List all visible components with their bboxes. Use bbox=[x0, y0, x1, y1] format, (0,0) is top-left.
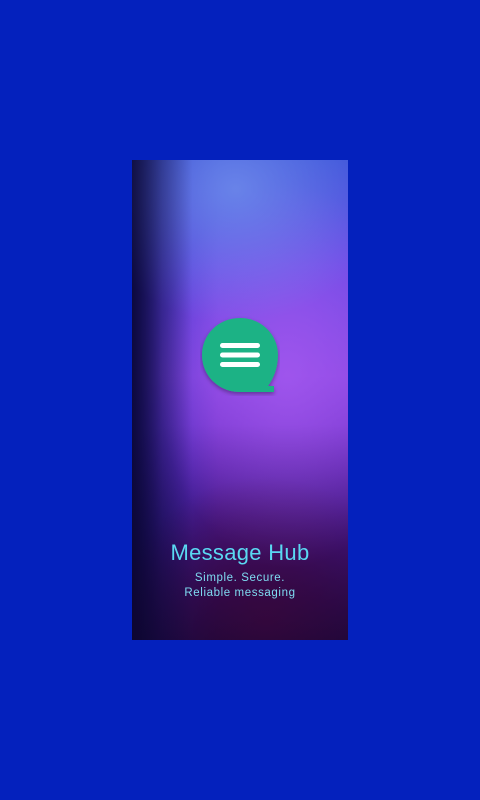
app-tagline-line1: Simple. Secure. bbox=[194, 572, 286, 584]
splash-screen: Message Hub Simple. Secure. Reliable mes… bbox=[132, 160, 348, 640]
app-title: Message Hub bbox=[170, 540, 310, 565]
chat-bubble-icon bbox=[200, 316, 280, 396]
app-tagline-line2: Reliable messaging bbox=[184, 587, 296, 599]
